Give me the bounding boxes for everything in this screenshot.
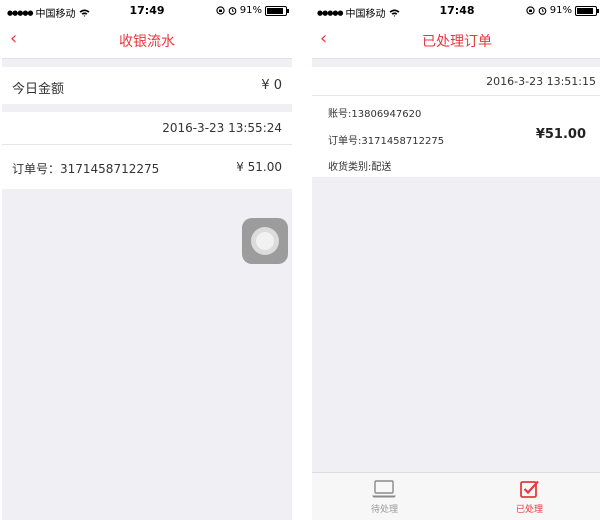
account-number: 账号:13806947620 bbox=[328, 109, 422, 120]
battery-icon bbox=[575, 5, 599, 16]
cash-flow-screen: ●●●●● 中国移动 17:49 91% ‹ 收银流水 今日金额 ¥ 0 201… bbox=[2, 0, 292, 520]
order-amount: ¥ 51.00 bbox=[236, 160, 282, 174]
divider bbox=[312, 95, 600, 96]
transaction-record[interactable]: 2016-3-23 13:55:24 订单号：3171458712275 ¥ 5… bbox=[2, 112, 292, 189]
laptop-icon bbox=[372, 480, 396, 498]
delivery-type: 收货类别:配送 bbox=[328, 162, 392, 173]
alarm-icon bbox=[538, 7, 547, 15]
today-amount-label: 今日金额 bbox=[12, 82, 65, 97]
rotation-lock-icon bbox=[216, 6, 225, 15]
assistive-touch-button[interactable] bbox=[242, 218, 288, 264]
today-amount-card: 今日金额 ¥ 0 bbox=[2, 67, 292, 104]
alarm-icon bbox=[228, 7, 237, 15]
battery-icon bbox=[265, 5, 289, 16]
page-title: 已处理订单 bbox=[422, 34, 492, 50]
tab-pending-label: 待处理 bbox=[370, 505, 398, 515]
today-amount-value: ¥ 0 bbox=[261, 78, 282, 93]
status-bar: ●●●●● 中国移动 17:49 91% bbox=[2, 0, 292, 22]
processed-orders-screen: ●●●●● 中国移动 17:48 91% ‹ 已处理订单 2016-3-23 1… bbox=[312, 0, 600, 520]
nav-bar: ‹ 已处理订单 bbox=[312, 22, 600, 59]
battery-percent: 91% bbox=[239, 5, 262, 16]
tab-processed-label: 已处理 bbox=[515, 505, 543, 515]
order-card[interactable]: 2016-3-23 13:51:15 账号:13806947620 订单号:31… bbox=[312, 67, 600, 177]
divider bbox=[2, 144, 292, 145]
order-amount: ¥51.00 bbox=[535, 127, 586, 142]
status-bar: ●●●●● 中国移动 17:48 91% bbox=[312, 0, 600, 22]
checked-box-icon bbox=[520, 480, 539, 498]
battery-percent: 91% bbox=[549, 5, 572, 16]
page-title: 收银流水 bbox=[119, 34, 175, 50]
assistive-touch-dot bbox=[256, 232, 274, 250]
nav-bar: ‹ 收银流水 bbox=[2, 22, 292, 59]
tab-pending[interactable]: 待处理 bbox=[312, 473, 457, 520]
record-datetime: 2016-3-23 13:55:24 bbox=[162, 121, 282, 135]
order-number: 订单号:3171458712275 bbox=[328, 136, 445, 147]
tab-bar: 待处理 已处理 bbox=[312, 472, 600, 520]
rotation-lock-icon bbox=[526, 6, 535, 15]
order-datetime: 2016-3-23 13:51:15 bbox=[486, 75, 596, 88]
order-number: 订单号：3171458712275 bbox=[12, 162, 160, 176]
tab-processed[interactable]: 已处理 bbox=[457, 473, 600, 520]
